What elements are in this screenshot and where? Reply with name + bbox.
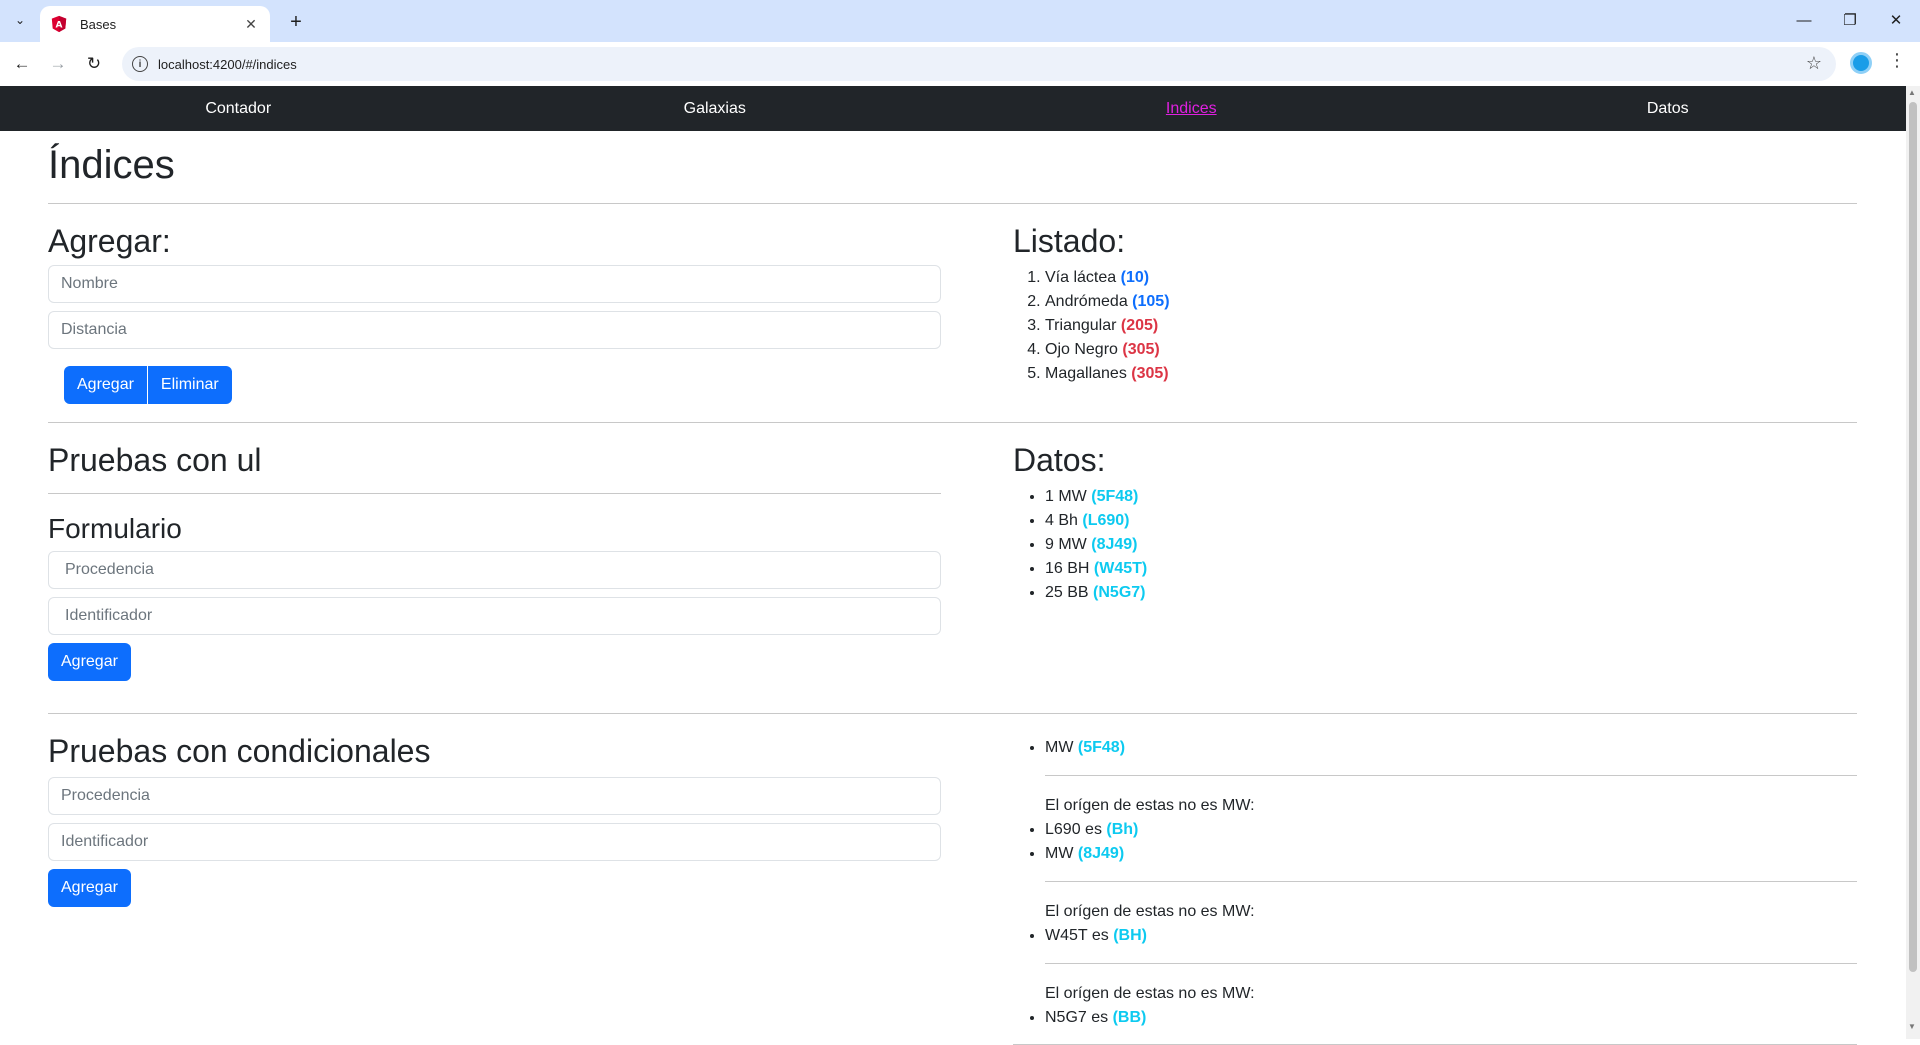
formulario-agregar-button[interactable]: Agregar — [48, 642, 131, 681]
list-item: MW (5F48) — [1045, 736, 1857, 760]
divider — [48, 203, 1857, 204]
svg-text:A: A — [56, 21, 63, 31]
list-item: Triangular (205) — [1045, 314, 1857, 338]
page-content: Índices Agregar: Nombre Distancia Agrega… — [48, 131, 1857, 1045]
tab-title: Bases — [80, 16, 117, 32]
origin-note: El orígen de estas no es MW: — [1045, 797, 1255, 814]
restore-icon[interactable]: ❐ — [1830, 8, 1870, 32]
list-item: 4 Bh (L690) — [1045, 509, 1857, 533]
agregar-heading: Agregar: — [48, 223, 171, 259]
reload-icon[interactable]: ↻ — [80, 50, 108, 78]
list-item: 16 BH (W45T) — [1045, 557, 1857, 581]
datos-list: 1 MW (5F48) 4 Bh (L690) 9 MW (8J49) 16 B… — [1013, 485, 1857, 605]
nav-datos[interactable]: Datos — [1430, 86, 1907, 131]
cond-list-group2: W45T es (BH) — [1013, 924, 1857, 948]
section-agregar: Agregar: Nombre Distancia Agregar Elimin… — [48, 222, 1857, 422]
new-tab-icon[interactable]: + — [282, 8, 310, 36]
list-item: 9 MW (8J49) — [1045, 533, 1857, 557]
datos-heading: Datos: — [1013, 442, 1106, 478]
divider — [1045, 775, 1857, 776]
cond-list-first: MW (5F48) — [1013, 736, 1857, 760]
cond-list-group3: N5G7 es (BB) — [1013, 1006, 1857, 1030]
divider — [48, 713, 1857, 714]
origin-note: El orígen de estas no es MW: — [1045, 985, 1255, 1002]
nombre-input[interactable]: Nombre — [48, 265, 941, 304]
scroll-up-icon[interactable]: ▲ — [1908, 88, 1916, 97]
window-close-icon[interactable]: ✕ — [1876, 8, 1916, 32]
scrollbar-thumb[interactable] — [1909, 102, 1917, 972]
identificador-input[interactable]: Identificador — [48, 596, 941, 635]
listado-list: Vía láctea (10) Andrómeda (105) Triangul… — [1013, 266, 1857, 386]
procedencia-input[interactable]: Procedencia — [48, 550, 941, 589]
list-item: MW (8J49) — [1045, 842, 1857, 866]
cond-identificador-input[interactable]: Identificador — [48, 823, 941, 862]
angular-favicon-icon: A — [51, 15, 67, 33]
divider — [48, 422, 1857, 423]
extension-icon[interactable] — [1850, 52, 1872, 74]
list-item: Vía láctea (10) — [1045, 266, 1857, 290]
page-scrollbar[interactable]: ▲ ▼ — [1906, 86, 1920, 1039]
app-navbar: Contador Galaxias Indices Datos — [0, 86, 1906, 131]
origin-note: El orígen de estas no es MW: — [1045, 903, 1255, 920]
browser-tabstrip: ⌄ A Bases ✕ + — ❐ ✕ — [0, 0, 1920, 42]
listado-heading: Listado: — [1013, 223, 1126, 259]
list-item: Magallanes (305) — [1045, 362, 1857, 386]
tab-close-icon[interactable]: ✕ — [242, 16, 260, 33]
page-title: Índices — [48, 143, 175, 187]
list-item: Andrómeda (105) — [1045, 290, 1857, 314]
site-info-icon[interactable]: i — [132, 56, 148, 72]
browser-menu-icon[interactable]: ⋮ — [1888, 50, 1906, 71]
bookmark-star-icon[interactable]: ☆ — [1806, 53, 1822, 74]
forward-icon[interactable]: → — [44, 50, 72, 78]
section-pruebas-ul: Pruebas con ul Formulario Procedencia Id… — [48, 441, 1857, 713]
eliminar-button[interactable]: Eliminar — [147, 366, 232, 405]
nav-galaxias[interactable]: Galaxias — [477, 86, 954, 131]
list-item: W45T es (BH) — [1045, 924, 1857, 948]
browser-tab[interactable]: A Bases ✕ — [40, 6, 270, 42]
cond-list-group1: L690 es (Bh) MW (8J49) — [1013, 818, 1857, 866]
agregar-button[interactable]: Agregar — [64, 366, 147, 405]
list-item: N5G7 es (BB) — [1045, 1006, 1857, 1030]
browser-toolbar: ← → ↻ i localhost:4200/#/indices ☆ ⋮ — [0, 42, 1920, 86]
pruebas-ul-heading: Pruebas con ul — [48, 442, 262, 478]
list-item: 1 MW (5F48) — [1045, 485, 1857, 509]
cond-agregar-button[interactable]: Agregar — [48, 869, 131, 908]
pruebas-cond-heading: Pruebas con condicionales — [48, 733, 431, 769]
section-pruebas-condicionales: Pruebas con condicionales Procedencia Id… — [48, 732, 1857, 1045]
list-item: Ojo Negro (305) — [1045, 338, 1857, 362]
divider — [1045, 963, 1857, 964]
minimize-icon[interactable]: — — [1784, 8, 1824, 32]
divider — [48, 493, 941, 495]
back-icon[interactable]: ← — [8, 50, 36, 78]
tab-search-icon[interactable]: ⌄ — [8, 8, 32, 32]
list-item: L690 es (Bh) — [1045, 818, 1857, 842]
url-text[interactable]: localhost:4200/#/indices — [158, 57, 297, 72]
formulario-heading: Formulario — [48, 513, 182, 545]
divider — [1045, 881, 1857, 882]
nav-indices[interactable]: Indices — [953, 86, 1430, 131]
address-bar[interactable]: i localhost:4200/#/indices ☆ — [122, 47, 1836, 81]
scroll-down-icon[interactable]: ▼ — [1908, 1022, 1916, 1031]
nav-contador[interactable]: Contador — [0, 86, 477, 131]
cond-procedencia-input[interactable]: Procedencia — [48, 777, 941, 816]
distancia-input[interactable]: Distancia — [48, 311, 941, 350]
list-item: 25 BB (N5G7) — [1045, 581, 1857, 605]
